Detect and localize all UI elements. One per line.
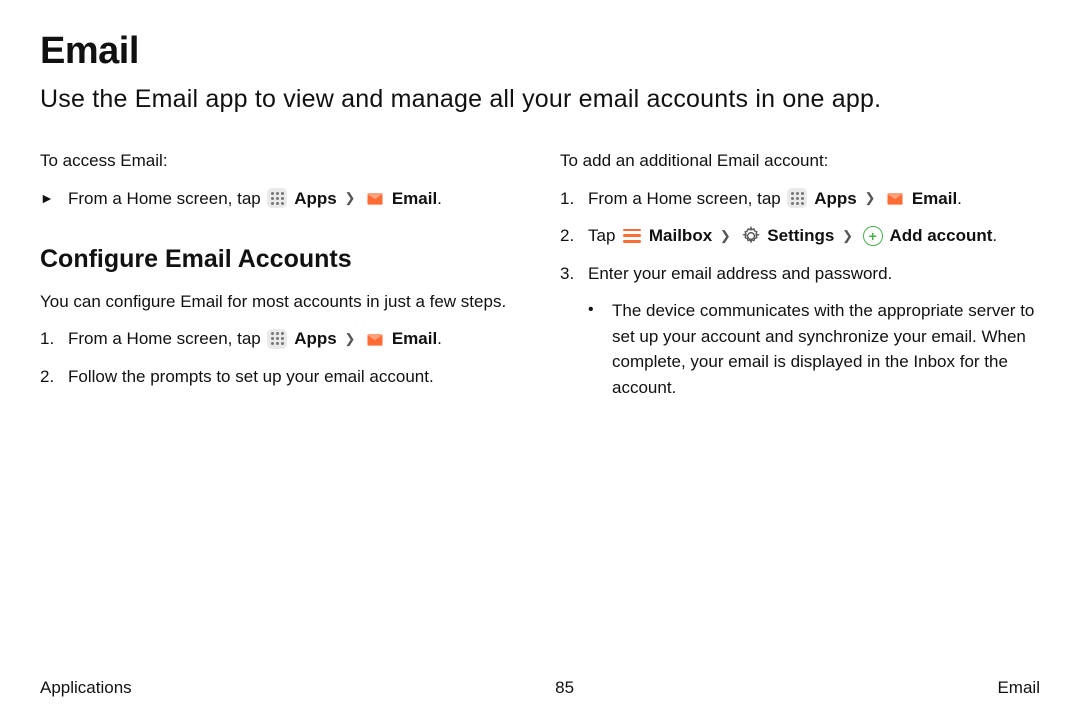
add-step-2-content: Tap Mailbox ❯ Settings ❯ + Add account. — [588, 223, 1040, 249]
configure-step-1-content: From a Home screen, tap Apps ❯ Email. — [68, 326, 520, 352]
add-step-1-content: From a Home screen, tap Apps ❯ Email. — [588, 186, 1040, 212]
chevron-right-icon: ❯ — [344, 329, 355, 349]
right-column: To add an additional Email account: 1. F… — [560, 148, 1040, 401]
add-step-3: 3. Enter your email address and password… — [560, 261, 1040, 287]
content-columns: To access Email: ► From a Home screen, t… — [40, 148, 1040, 401]
email-icon — [885, 188, 905, 208]
apps-icon — [267, 188, 287, 208]
sub-bullet-row: • The device communicates with the appro… — [588, 298, 1040, 400]
chevron-right-icon: ❯ — [864, 188, 875, 208]
intro-text: Use the Email app to view and manage all… — [40, 85, 1040, 114]
settings-label: Settings — [767, 226, 834, 245]
period: . — [437, 189, 442, 208]
configure-step-2-content: Follow the prompts to set up your email … — [68, 364, 520, 390]
chevron-right-icon: ❯ — [720, 226, 731, 246]
access-step: ► From a Home screen, tap Apps ❯ Email. — [40, 186, 520, 212]
footer-left: Applications — [40, 678, 132, 698]
configure-step-1: 1. From a Home screen, tap Apps ❯ Email. — [40, 326, 520, 352]
configure-step-2: 2. Follow the prompts to set up your ema… — [40, 364, 520, 390]
step-text: From a Home screen, tap — [588, 189, 785, 208]
ol-marker: 1. — [40, 326, 68, 352]
email-icon — [365, 329, 385, 349]
ol-marker: 2. — [560, 223, 588, 249]
page-footer: Applications 85 Email — [40, 678, 1040, 698]
ol-marker: 2. — [40, 364, 68, 390]
ol-marker: 1. — [560, 186, 588, 212]
apps-label: Apps — [294, 189, 337, 208]
add-icon: + — [863, 226, 883, 246]
add-account-label: Add account — [889, 226, 992, 245]
email-label: Email — [392, 189, 437, 208]
period: . — [957, 189, 962, 208]
triangle-marker: ► — [40, 186, 68, 209]
configure-para: You can configure Email for most account… — [40, 289, 520, 315]
footer-right: Email — [997, 678, 1040, 698]
apps-icon — [787, 188, 807, 208]
left-column: To access Email: ► From a Home screen, t… — [40, 148, 520, 401]
tap-text: Tap — [588, 226, 620, 245]
ol-marker: 3. — [560, 261, 588, 287]
footer-page-number: 85 — [555, 678, 574, 698]
chevron-right-icon: ❯ — [842, 226, 853, 246]
access-lead: To access Email: — [40, 148, 520, 174]
apps-label: Apps — [294, 329, 337, 348]
email-label: Email — [392, 329, 437, 348]
access-step-text: From a Home screen, tap — [68, 189, 265, 208]
email-icon — [365, 188, 385, 208]
chevron-right-icon: ❯ — [344, 188, 355, 208]
access-step-content: From a Home screen, tap Apps ❯ Email. — [68, 186, 520, 212]
mailbox-icon — [622, 226, 642, 246]
email-label: Email — [912, 189, 957, 208]
add-step-2: 2. Tap Mailbox ❯ Settings ❯ + Add accoun… — [560, 223, 1040, 249]
apps-label: Apps — [814, 189, 857, 208]
mailbox-label: Mailbox — [649, 226, 712, 245]
bullet-marker: • — [588, 298, 612, 400]
configure-heading: Configure Email Accounts — [40, 241, 520, 279]
step-text: From a Home screen, tap — [68, 329, 265, 348]
period: . — [437, 329, 442, 348]
add-step-3-content: Enter your email address and password. — [588, 261, 1040, 287]
settings-icon — [741, 226, 761, 246]
add-lead: To add an additional Email account: — [560, 148, 1040, 174]
add-step-1: 1. From a Home screen, tap Apps ❯ Email. — [560, 186, 1040, 212]
period: . — [992, 226, 997, 245]
page-title: Email — [40, 30, 1040, 73]
sub-bullet-text: The device communicates with the appropr… — [612, 298, 1040, 400]
apps-icon — [267, 329, 287, 349]
